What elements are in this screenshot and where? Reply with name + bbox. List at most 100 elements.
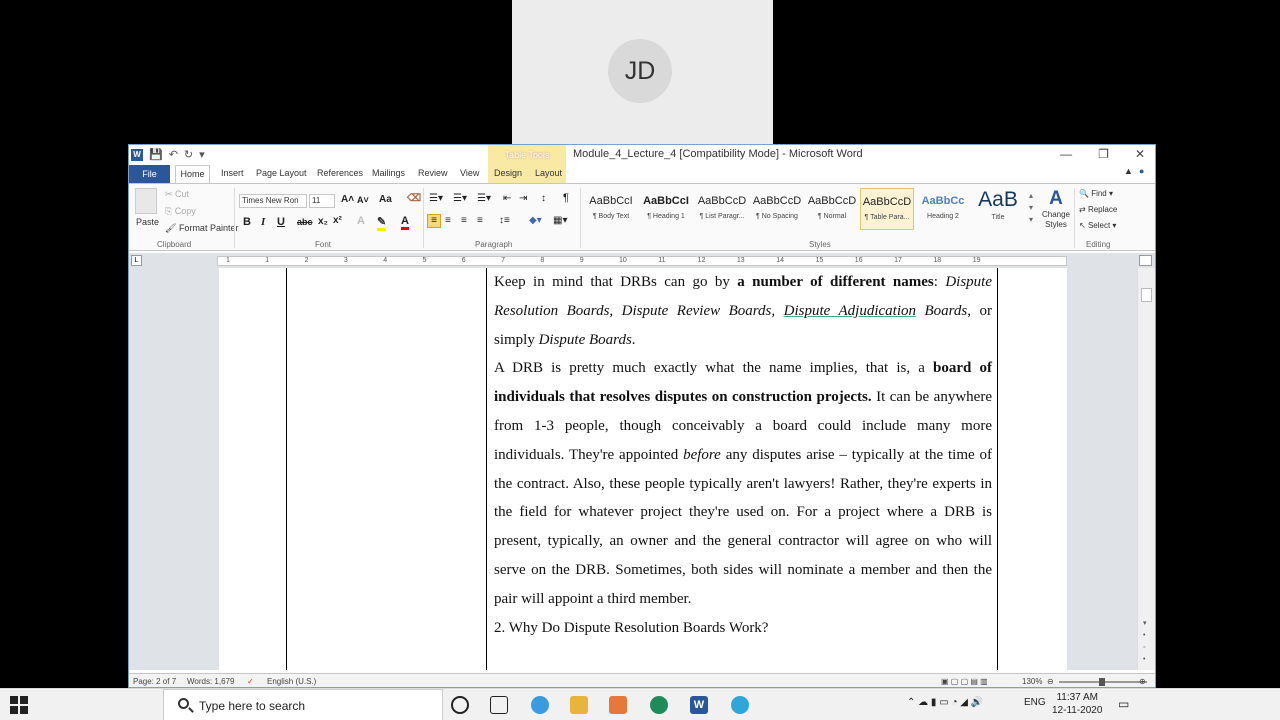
highlight-icon[interactable]: ✎ (377, 215, 387, 231)
document-text[interactable]: Keep in mind that DRBs can go by a numbe… (494, 268, 992, 642)
underline-button[interactable]: U (277, 216, 285, 228)
tab-design[interactable]: Design (494, 168, 522, 178)
edge-icon[interactable] (650, 696, 668, 714)
style-no-spacing[interactable]: AaBbCcD ¶ No Spacing (750, 188, 804, 230)
superscript-button[interactable]: x² (333, 215, 342, 226)
ie-icon[interactable] (531, 696, 549, 714)
align-right-button[interactable]: ≡ (461, 215, 467, 226)
save-icon[interactable]: 💾 (149, 148, 163, 161)
line-spacing-icon[interactable]: ↕≡ (499, 215, 510, 226)
bold-button[interactable]: B (243, 216, 251, 228)
replace-button[interactable]: ⇄ Replace (1079, 205, 1117, 214)
language-indicator[interactable]: English (U.S.) (267, 677, 316, 686)
font-color-icon[interactable]: A (401, 215, 409, 230)
shading-icon[interactable]: ◆▾ (529, 215, 542, 226)
shrink-font-icon[interactable]: A˅ (357, 195, 369, 205)
zoom-level[interactable]: 130% (1022, 677, 1042, 686)
taskbar-search[interactable]: Type here to search (163, 689, 443, 720)
align-center-button[interactable]: ≡ (445, 215, 451, 226)
italic-button[interactable]: I (261, 216, 265, 228)
strikethrough-button[interactable]: abc (297, 217, 313, 227)
show-hide-icon[interactable]: ¶ (563, 192, 569, 204)
numbering-icon[interactable]: ☰▾ (453, 193, 467, 204)
zoom-out-icon[interactable]: ⊖ (1047, 677, 1054, 686)
tab-view[interactable]: View (460, 168, 479, 178)
cortana-icon[interactable] (451, 696, 469, 714)
help-icon[interactable]: ● (1139, 166, 1144, 176)
increase-indent-icon[interactable]: ⇥ (519, 193, 527, 204)
zoom-in-icon[interactable]: ⊕ (1139, 677, 1146, 686)
ribbon: Paste ✂ Cut ⎘ Copy 🖌 Format Painter Clip… (129, 183, 1155, 251)
scroll-thumb[interactable] (1141, 288, 1152, 302)
file-explorer-icon[interactable] (570, 696, 588, 714)
clear-formatting-icon[interactable]: ⌫ (407, 193, 421, 204)
close-button[interactable]: ✕ (1135, 147, 1145, 161)
format-painter-button[interactable]: 🖌 Format Painter (165, 223, 238, 234)
tab-home[interactable]: Home (175, 165, 210, 184)
tab-mailings[interactable]: Mailings (372, 168, 405, 178)
select-button[interactable]: ↖ Select ▾ (1079, 221, 1116, 230)
minimize-button[interactable]: — (1060, 147, 1072, 161)
scroll-nav-icons[interactable]: ▾ • ◦ • (1143, 618, 1147, 666)
paste-icon[interactable] (135, 188, 157, 214)
justify-button[interactable]: ≡ (477, 215, 483, 226)
tab-references[interactable]: References (317, 168, 363, 178)
decrease-indent-icon[interactable]: ⇤ (503, 193, 511, 204)
style-title[interactable]: AaB Title (971, 188, 1025, 230)
font-family-select[interactable]: Times New Ron (239, 194, 307, 208)
grow-font-icon[interactable]: A˄ (341, 194, 354, 205)
meeting-app-icon[interactable] (731, 696, 749, 714)
redo-icon[interactable]: ↻ (184, 148, 193, 161)
change-case-icon[interactable]: Aa (379, 194, 392, 205)
proofing-icon[interactable]: ✓ (247, 677, 254, 686)
document-page[interactable]: Keep in mind that DRBs can go by a numbe… (219, 268, 1067, 670)
styles-scroll-icon[interactable]: ▴ ▾ ▾ (1029, 190, 1033, 226)
tab-selector-icon[interactable]: L (131, 255, 142, 266)
tab-review[interactable]: Review (418, 168, 448, 178)
page-indicator[interactable]: Page: 2 of 7 (133, 677, 176, 686)
horizontal-ruler[interactable]: 1 1 2 3 4 5 6 7 8 9 10 11 12 13 14 15 16 17 18 19 (217, 256, 1067, 266)
copy-button[interactable]: ⎘ Copy (165, 206, 196, 217)
language-indicator[interactable]: ENG (1024, 697, 1046, 708)
app-icon[interactable] (609, 696, 627, 714)
start-button[interactable] (10, 696, 28, 714)
tab-file[interactable]: File (129, 165, 170, 183)
subscript-button[interactable]: x₂ (318, 216, 328, 227)
style-body-text[interactable]: AaBbCcI ¶ Body Text (584, 188, 638, 230)
participant-tile[interactable]: JD (512, 0, 773, 144)
align-left-button[interactable]: ≡ (427, 214, 441, 228)
word-taskbar-icon[interactable]: W (690, 696, 708, 714)
style-heading-2[interactable]: AaBbCc Heading 2 (916, 188, 970, 230)
tray-icons[interactable]: ⌃ ☁ ▮ ▭ ◔ ◢ 🔊 (907, 697, 983, 708)
tab-layout[interactable]: Layout (535, 168, 562, 178)
undo-icon[interactable]: ↶ (169, 148, 178, 161)
bullets-icon[interactable]: ☰▾ (429, 193, 443, 204)
style-list-paragraph[interactable]: AaBbCcD ¶ List Paragr... (695, 188, 749, 230)
sort-icon[interactable]: ↕ (541, 193, 546, 204)
customize-qat-icon[interactable]: ▾ (199, 148, 205, 161)
paste-button[interactable]: Paste (136, 217, 159, 227)
text-effects-icon[interactable]: A (357, 215, 365, 227)
multilevel-list-icon[interactable]: ☰▾ (477, 193, 491, 204)
ribbon-collapse-icon[interactable]: ▲ (1124, 166, 1133, 176)
clock[interactable]: 11:37 AM 12-11-2020 (1052, 691, 1102, 717)
tab-insert[interactable]: Insert (221, 168, 244, 178)
restore-button[interactable]: ❐ (1098, 147, 1109, 161)
vertical-scrollbar[interactable]: ▾ • ◦ • (1137, 268, 1155, 670)
change-styles-button[interactable]: A Change Styles (1041, 188, 1071, 230)
borders-icon[interactable]: ▦▾ (553, 215, 567, 226)
zoom-thumb[interactable] (1099, 678, 1105, 686)
zoom-slider[interactable] (1059, 678, 1147, 686)
tab-page-layout[interactable]: Page Layout (256, 168, 307, 178)
cut-button[interactable]: ✂ Cut (165, 189, 189, 200)
task-view-icon[interactable] (490, 696, 508, 714)
style-normal[interactable]: AaBbCcD ¶ Normal (805, 188, 859, 230)
view-ruler-icon[interactable] (1139, 255, 1152, 266)
view-buttons[interactable]: ▣ ▢ ▢ ▤ ▥ (941, 677, 988, 686)
find-button[interactable]: 🔍 Find ▾ (1079, 189, 1113, 198)
style-table-paragraph[interactable]: AaBbCcD ¶ Table Para... (860, 188, 914, 230)
word-count[interactable]: Words: 1,679 (187, 677, 234, 686)
font-size-select[interactable]: 11 (309, 194, 335, 208)
notification-icon[interactable]: ▭ (1118, 697, 1129, 711)
style-heading-1[interactable]: AaBbCcI ¶ Heading 1 (639, 188, 693, 230)
